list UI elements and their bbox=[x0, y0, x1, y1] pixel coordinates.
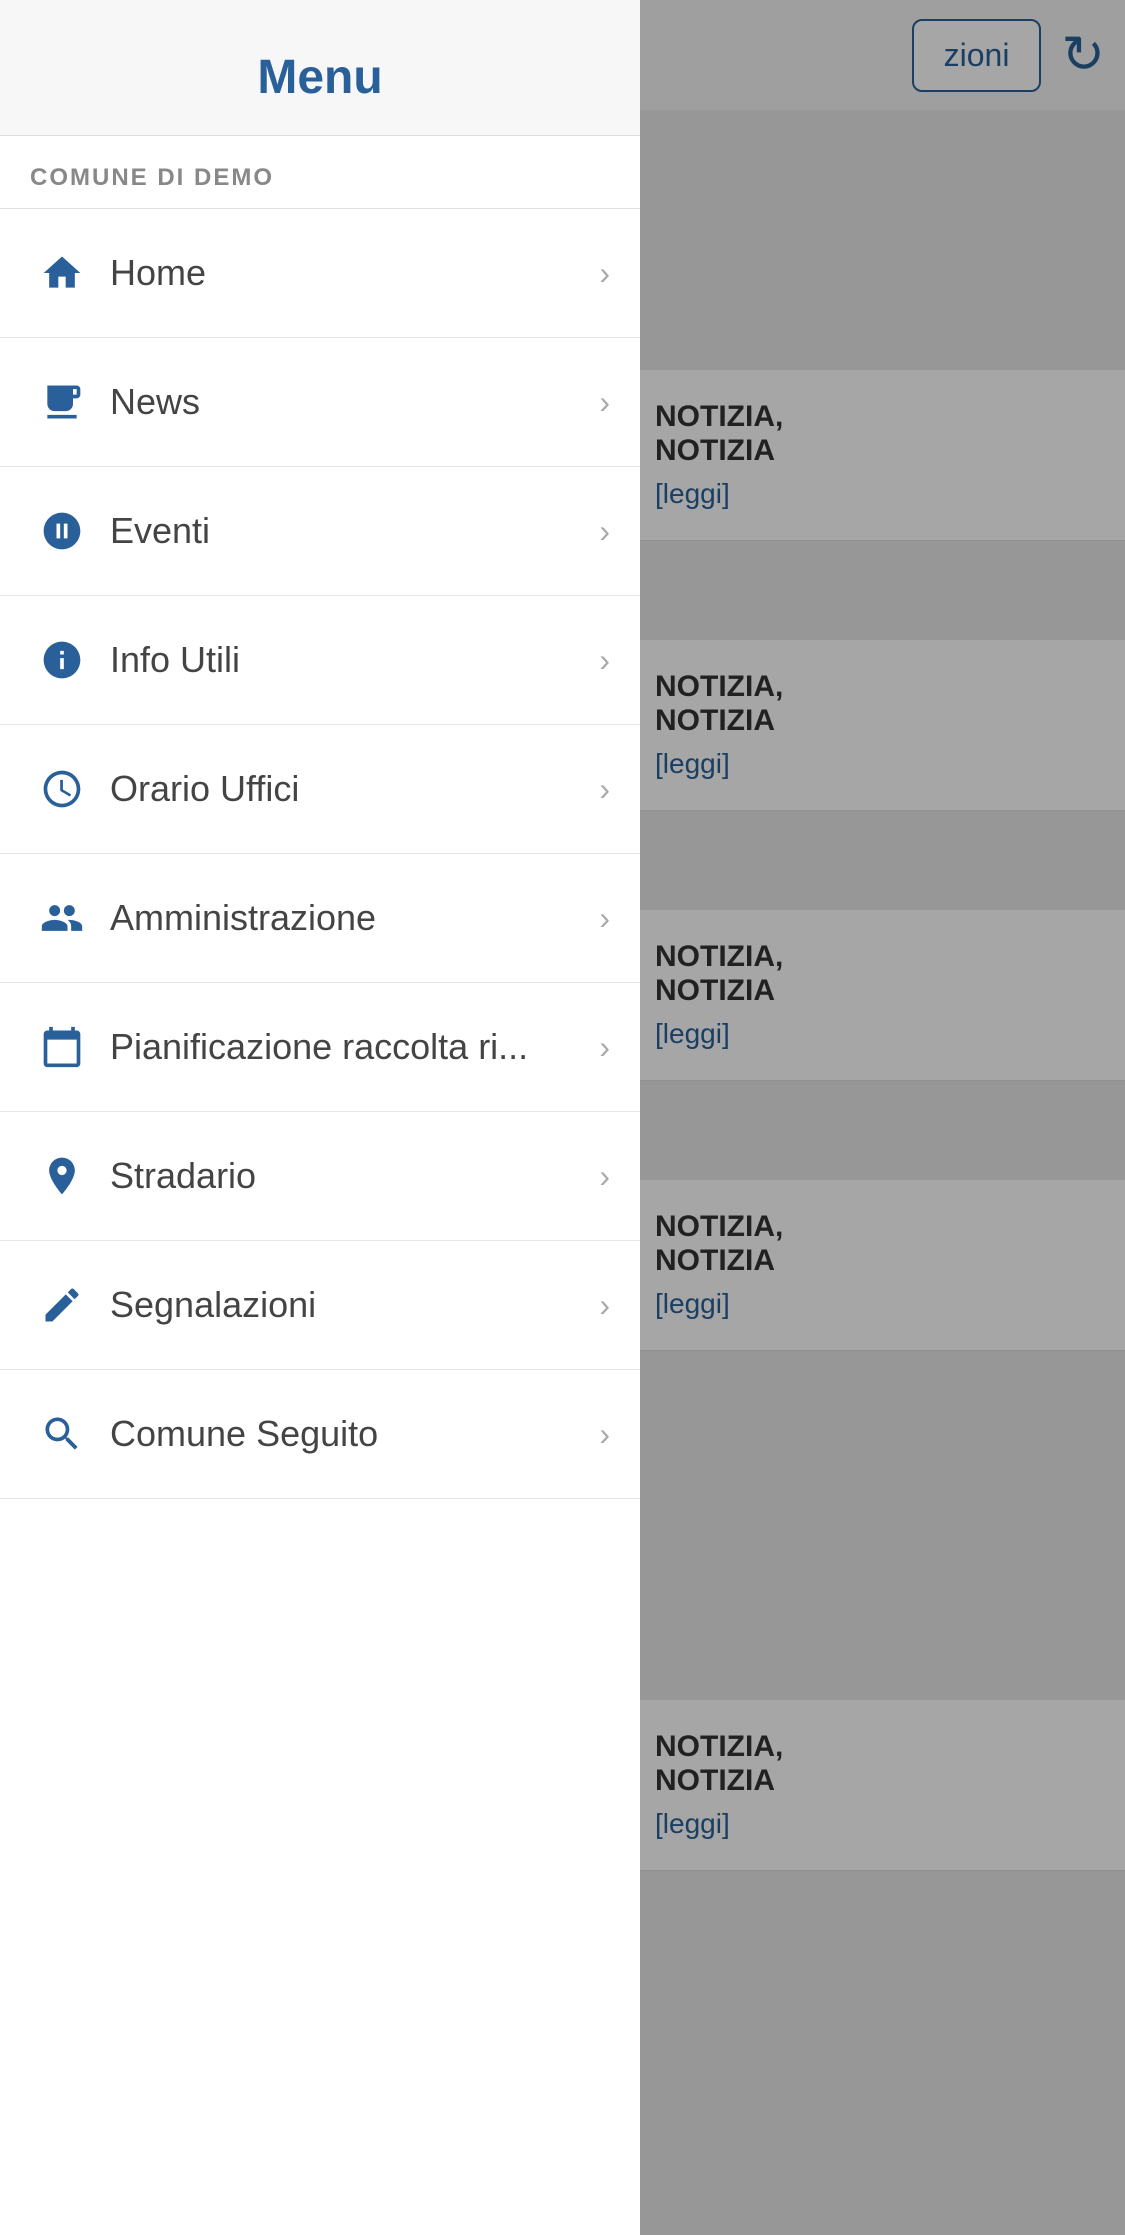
menu-item-comune-seguito-label: Comune Seguito bbox=[110, 1413, 599, 1455]
menu-item-news[interactable]: News › bbox=[0, 338, 640, 467]
chevron-right-icon: › bbox=[599, 1029, 610, 1066]
menu-item-home[interactable]: Home › bbox=[0, 209, 640, 338]
menu-title: Menu bbox=[30, 50, 610, 105]
chevron-right-icon: › bbox=[599, 900, 610, 937]
menu-header: Menu bbox=[0, 0, 640, 136]
menu-item-info-utili-label: Info Utili bbox=[110, 639, 599, 681]
stradario-icon bbox=[30, 1144, 94, 1208]
menu-item-segnalazioni-label: Segnalazioni bbox=[110, 1284, 599, 1326]
menu-item-eventi[interactable]: Eventi › bbox=[0, 467, 640, 596]
menu-item-amministrazione-label: Amministrazione bbox=[110, 897, 599, 939]
menu-item-pianificazione-label: Pianificazione raccolta ri... bbox=[110, 1026, 599, 1068]
chevron-right-icon: › bbox=[599, 384, 610, 421]
calendar-icon bbox=[30, 1015, 94, 1079]
chevron-right-icon: › bbox=[599, 255, 610, 292]
menu-list: Home › News › Eventi › bbox=[0, 209, 640, 2235]
info-icon bbox=[30, 628, 94, 692]
menu-item-home-label: Home bbox=[110, 252, 599, 294]
menu-item-segnalazioni[interactable]: Segnalazioni › bbox=[0, 1241, 640, 1370]
chevron-right-icon: › bbox=[599, 642, 610, 679]
segnalazioni-icon bbox=[30, 1273, 94, 1337]
overlay bbox=[635, 0, 1125, 2235]
menu-item-eventi-label: Eventi bbox=[110, 510, 599, 552]
menu-item-stradario-label: Stradario bbox=[110, 1155, 599, 1197]
section-label: COMUNE DI DEMO bbox=[0, 136, 640, 209]
chevron-right-icon: › bbox=[599, 513, 610, 550]
home-icon bbox=[30, 241, 94, 305]
menu-item-pianificazione[interactable]: Pianificazione raccolta ri... › bbox=[0, 983, 640, 1112]
admin-icon bbox=[30, 886, 94, 950]
chevron-right-icon: › bbox=[599, 1158, 610, 1195]
eventi-icon bbox=[30, 499, 94, 563]
chevron-right-icon: › bbox=[599, 1416, 610, 1453]
clock-icon bbox=[30, 757, 94, 821]
chevron-right-icon: › bbox=[599, 771, 610, 808]
menu-item-orario-uffici[interactable]: Orario Uffici › bbox=[0, 725, 640, 854]
menu-item-amministrazione[interactable]: Amministrazione › bbox=[0, 854, 640, 983]
search-icon bbox=[30, 1402, 94, 1466]
chevron-right-icon: › bbox=[599, 1287, 610, 1324]
menu-item-stradario[interactable]: Stradario › bbox=[0, 1112, 640, 1241]
menu-panel: Menu COMUNE DI DEMO Home › News › bbox=[0, 0, 640, 2235]
menu-item-orario-uffici-label: Orario Uffici bbox=[110, 768, 599, 810]
menu-item-news-label: News bbox=[110, 381, 599, 423]
news-icon bbox=[30, 370, 94, 434]
menu-item-info-utili[interactable]: Info Utili › bbox=[0, 596, 640, 725]
menu-item-comune-seguito[interactable]: Comune Seguito › bbox=[0, 1370, 640, 1499]
